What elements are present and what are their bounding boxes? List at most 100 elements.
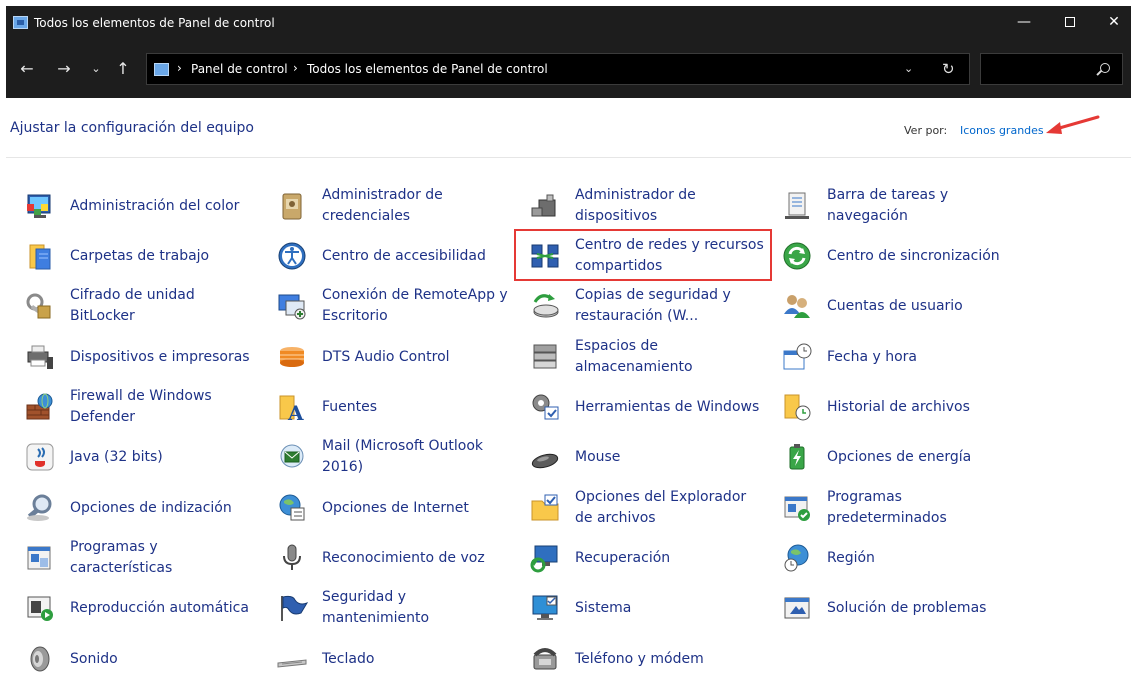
item-label: Mouse [575, 448, 621, 465]
recovery-icon [530, 545, 558, 573]
item-opciones-indizacion[interactable]: Opciones de indización [12, 485, 262, 531]
item-label: Opciones de indización [70, 499, 232, 516]
credential-manager-icon [282, 193, 302, 220]
item-carpetas-de-trabajo[interactable]: Carpetas de trabajo [12, 233, 262, 279]
recent-locations-button[interactable]: ⌄ [84, 57, 108, 81]
back-button[interactable]: ← [15, 57, 39, 81]
item-dispositivos-impresoras[interactable]: Dispositivos e impresoras [12, 334, 262, 380]
item-telefono-modem[interactable]: Teléfono y módem [517, 636, 767, 682]
internet-options-icon [279, 494, 305, 521]
item-seguridad-mantenimiento[interactable]: Seguridad y mantenimiento [264, 585, 514, 631]
item-copias-seguridad[interactable]: Copias de seguridad y restauración (W... [517, 283, 767, 329]
item-label: Centro de accesibilidad [322, 247, 486, 264]
item-historial-archivos[interactable]: Historial de archivos [769, 384, 1019, 430]
item-herramientas-windows[interactable]: Herramientas de Windows [517, 384, 767, 430]
mouse-icon [531, 453, 559, 469]
sync-center-icon [783, 242, 811, 270]
refresh-icon[interactable]: ↻ [942, 60, 955, 78]
firewall-icon [26, 393, 53, 420]
ease-of-access-icon [278, 242, 306, 270]
item-label: Conexión de RemoteApp y Escritorio [322, 287, 508, 324]
item-reconocimiento-voz[interactable]: Reconocimiento de voz [264, 535, 514, 581]
color-management-icon [27, 194, 51, 218]
item-recuperacion[interactable]: Recuperación [517, 535, 767, 581]
breadcrumb-panel-de-control[interactable]: Panel de control [191, 62, 288, 76]
item-label: Sonido [70, 650, 118, 667]
item-fecha-hora[interactable]: Fecha y hora [769, 334, 1019, 380]
item-centro-sincronizacion[interactable]: Centro de sincronización [769, 233, 1019, 279]
item-opciones-internet[interactable]: Opciones de Internet [264, 485, 514, 531]
item-solucion-problemas[interactable]: Solución de problemas [769, 585, 1019, 631]
item-fuentes[interactable]: A Fuentes [264, 384, 514, 430]
address-dropdown-icon[interactable]: ⌄ [904, 62, 913, 75]
item-reproduccion-automatica[interactable]: Reproducción automática [12, 585, 262, 631]
item-conexion-remoteapp[interactable]: Conexión de RemoteApp y Escritorio [264, 283, 514, 329]
keyboard-icon [277, 659, 307, 668]
view-by-dropdown[interactable]: Iconos grandes [960, 124, 1044, 137]
minimize-button[interactable]: — [1002, 6, 1046, 40]
item-administracion-del-color[interactable]: Administración del color [12, 183, 262, 229]
breadcrumb-todos-los-elementos[interactable]: Todos los elementos de Panel de control [307, 62, 548, 76]
explorer-options-icon [531, 494, 559, 521]
item-cuentas-usuario[interactable]: Cuentas de usuario [769, 283, 1019, 329]
annotation-highlight-box [514, 229, 772, 281]
maximize-button[interactable] [1048, 6, 1092, 40]
item-administrador-credenciales[interactable]: Administrador de credenciales [264, 183, 514, 229]
item-java[interactable]: Java (32 bits) [12, 434, 262, 480]
item-espacios-almacenamiento[interactable]: Espacios de almacenamiento [517, 334, 767, 380]
item-administrador-dispositivos[interactable]: Administrador de dispositivos [517, 183, 767, 229]
default-programs-icon [784, 496, 810, 521]
search-icon [1100, 63, 1110, 73]
forward-button[interactable]: → [52, 57, 76, 81]
address-bar[interactable]: › Panel de control › Todos los elementos… [146, 53, 970, 85]
item-label: Carpetas de trabajo [70, 247, 210, 264]
item-label: Fecha y hora [827, 348, 918, 365]
taskbar-icon [785, 192, 809, 219]
item-label: Fuentes [322, 398, 378, 415]
svg-text:A: A [287, 401, 304, 423]
item-label: Herramientas de Windows [575, 398, 760, 415]
item-dts-audio[interactable]: DTS Audio Control [264, 334, 514, 380]
item-firewall[interactable]: Firewall de Windows Defender [12, 384, 262, 430]
close-button[interactable]: ✕ [1092, 6, 1131, 40]
item-label: Reproducción automática [70, 599, 249, 616]
item-label: Opciones de energía [827, 448, 972, 465]
item-label: Opciones del Explorador de archivos [575, 489, 747, 526]
item-cifrado-bitlocker[interactable]: Cifrado de unidad BitLocker [12, 283, 262, 329]
view-by-label: Ver por: [904, 124, 948, 137]
item-region[interactable]: Región [769, 535, 1019, 581]
item-label: Recuperación [575, 549, 671, 566]
item-centro-accesibilidad[interactable]: Centro de accesibilidad [264, 233, 514, 279]
item-mail-outlook[interactable]: Mail (Microsoft Outlook 2016) [264, 434, 514, 480]
backup-restore-icon [533, 294, 559, 318]
item-teclado[interactable]: Teclado [264, 636, 514, 682]
item-label: Administración del color [70, 197, 240, 214]
speech-recognition-icon [283, 544, 301, 570]
fonts-icon: A [279, 395, 304, 423]
item-label: Dispositivos e impresoras [70, 348, 250, 365]
java-icon [26, 443, 54, 471]
title-bar[interactable]: Todos los elementos de Panel de control … [6, 6, 1131, 40]
item-sistema[interactable]: Sistema [517, 585, 767, 631]
item-programas-predeterminados[interactable]: Programas predeterminados [769, 485, 1019, 531]
control-panel-app-icon [13, 16, 28, 29]
item-mouse[interactable]: Mouse [517, 434, 767, 480]
item-label: Cuentas de usuario [827, 297, 963, 314]
item-sonido[interactable]: Sonido [12, 636, 262, 682]
breadcrumb-separator-icon: › [177, 61, 182, 75]
user-accounts-icon [784, 295, 810, 318]
annotation-arrow-icon [1046, 115, 1100, 134]
item-barra-tareas[interactable]: Barra de tareas y navegación [769, 183, 1019, 229]
item-programas-caracteristicas[interactable]: Programas y características [12, 535, 262, 581]
item-label: Copias de seguridad y restauración (W... [575, 287, 731, 324]
item-opciones-explorador[interactable]: Opciones del Explorador de archivos [517, 485, 767, 531]
item-opciones-energia[interactable]: Opciones de energía [769, 434, 1019, 480]
system-icon [532, 595, 558, 620]
region-icon [784, 544, 809, 572]
breadcrumb-separator-icon: › [293, 61, 298, 75]
item-label: Mail (Microsoft Outlook 2016) [322, 438, 484, 475]
search-input[interactable] [980, 53, 1123, 85]
phone-modem-icon [533, 648, 557, 670]
item-label: Reconocimiento de voz [322, 549, 485, 566]
up-button[interactable]: ↑ [111, 57, 135, 81]
